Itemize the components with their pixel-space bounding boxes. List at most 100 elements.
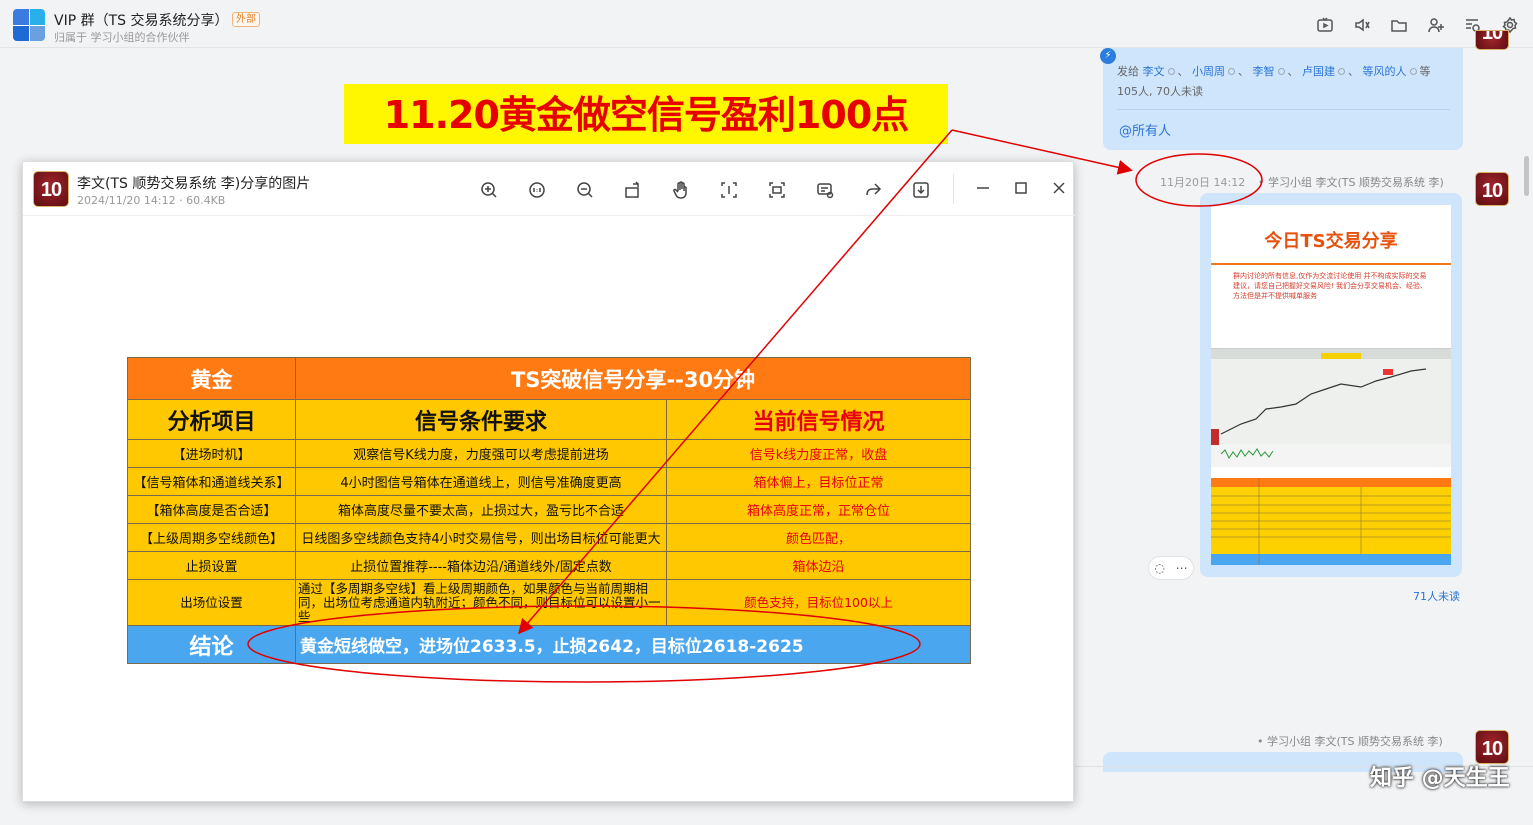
speaker-icon[interactable] bbox=[1353, 16, 1371, 34]
rotate-icon[interactable] bbox=[623, 180, 643, 200]
status-cell: 箱体高度正常，正常仓位 bbox=[665, 495, 972, 524]
thumb-disclaimer: 群内讨论的所有信息,仅作为交流讨论使用 并不构成实际的交易建议，请您自己把握好交… bbox=[1233, 272, 1428, 300]
status-cell: 信号k线力度正常，收盘 bbox=[665, 439, 972, 468]
status-cell: 颜色匹配， bbox=[665, 523, 972, 552]
avatar-text: 10 bbox=[1481, 180, 1503, 202]
download-icon[interactable] bbox=[911, 180, 931, 200]
avatar[interactable]: 10 bbox=[1475, 172, 1509, 206]
conclusion-label: 结论 bbox=[127, 625, 296, 664]
thumb-chart bbox=[1211, 348, 1451, 467]
table-row: 出场位设置 通过【多周期多空线】看上级周期颜色，如果颜色与当前周期相同，出场位考… bbox=[127, 579, 972, 626]
recipients-suffix: 等 bbox=[1419, 65, 1431, 78]
table-header-row: 黄金 TS突破信号分享--30分钟 bbox=[127, 357, 972, 400]
read-circle-icon bbox=[1409, 68, 1417, 75]
condition-cell: 通过【多周期多空线】看上级周期颜色，如果颜色与当前周期相同，出场位考虑通道内轨附… bbox=[295, 579, 667, 626]
group-subtitle: 归属于 学习小组的合作伙伴 bbox=[54, 31, 190, 44]
original-size-icon[interactable] bbox=[527, 180, 547, 200]
recipient[interactable]: 卢国建 bbox=[1302, 65, 1335, 78]
sent-to-label: 发给 bbox=[1117, 65, 1139, 78]
thumb-title: 今日TS交易分享 bbox=[1264, 231, 1398, 252]
table-row: 【上级周期多空线颜色】 日线图多空线颜色支持4小时交易信号，则出场目标位可能更大… bbox=[127, 523, 972, 552]
toolbar-divider bbox=[953, 174, 954, 204]
table-row: 止损设置 止损位置推荐----箱体边沿/通道线外/固定点数 箱体边沿 bbox=[127, 551, 972, 580]
status-cell: 颜色支持，目标位100以上 bbox=[665, 579, 972, 626]
read-status[interactable]: 105人, 70人未读 bbox=[1117, 85, 1203, 98]
item-cell: 【上级周期多空线颜色】 bbox=[127, 523, 296, 552]
avatar-text: 10 bbox=[40, 179, 62, 201]
col-header: 信号条件要求 bbox=[295, 399, 667, 440]
status-cell: 箱体偏上，目标位正常 bbox=[665, 467, 972, 496]
column-header-row: 分析项目 信号条件要求 当前信号情况 bbox=[127, 399, 972, 440]
recipient[interactable]: 小周周 bbox=[1192, 65, 1225, 78]
asset-cell: 黄金 bbox=[127, 357, 296, 400]
folder-icon[interactable] bbox=[1390, 16, 1408, 34]
avatar-text: 10 bbox=[1481, 738, 1503, 760]
table-title: TS突破信号分享--30分钟 bbox=[294, 357, 972, 400]
item-cell: 出场位设置 bbox=[127, 579, 296, 626]
extract-text-icon[interactable] bbox=[815, 180, 835, 200]
message-time: 11月20日 14:12 bbox=[1160, 176, 1246, 189]
group-avatar[interactable] bbox=[13, 9, 45, 41]
unread-count[interactable]: 71人未读 bbox=[1413, 588, 1460, 604]
conclusion-text: 黄金短线做空，进场位2633.5，止损2642，目标位2618-2625 bbox=[294, 625, 972, 664]
notice-bubble[interactable]: 发给 李文、 小周周、 李智、 卢国建、 等风的人等 105人, 70人未读 @… bbox=[1103, 48, 1463, 150]
image-viewer-window: 10 李文(TS 顺势交易系统 李)分享的图片 2024/11/20 14:12… bbox=[22, 161, 1075, 802]
divider bbox=[1117, 109, 1450, 110]
condition-cell: 箱体高度尽量不要太高，止损过大，盈亏比不合适 bbox=[295, 495, 667, 524]
hand-icon[interactable] bbox=[671, 180, 691, 200]
col-header: 分析项目 bbox=[127, 399, 296, 440]
at-all-mention[interactable]: @所有人 bbox=[1119, 120, 1171, 139]
shared-image-thumbnail[interactable]: 今日TS交易分享 群内讨论的所有信息,仅作为交流讨论使用 并不构成实际的交易建议… bbox=[1211, 205, 1451, 565]
item-cell: 【箱体高度是否合适】 bbox=[127, 495, 296, 524]
close-icon[interactable] bbox=[1051, 180, 1067, 196]
recipients-line: 发给 李文、 小周周、 李智、 卢国建、 等风的人等 105人, 70人未读 bbox=[1117, 65, 1431, 98]
zoom-out-icon[interactable] bbox=[575, 180, 595, 200]
message-sender[interactable]: • 学习小组 李文(TS 顺势交易系统 李) bbox=[1257, 733, 1443, 749]
item-cell: 【信号箱体和通道线关系】 bbox=[127, 467, 296, 496]
read-circle-icon bbox=[1277, 68, 1285, 75]
thumb-divider bbox=[1211, 263, 1451, 265]
chat-scrollbar[interactable] bbox=[1524, 156, 1529, 196]
maximize-icon[interactable] bbox=[1013, 180, 1029, 196]
banner-text: 11.20黄金做空信号盈利100点 bbox=[383, 93, 910, 137]
message-sender[interactable]: • 学习小组 李文(TS 顺势交易系统 李) bbox=[1258, 174, 1444, 190]
image-message-bubble[interactable]: 今日TS交易分享 群内讨论的所有信息,仅作为交流讨论使用 并不构成实际的交易建议… bbox=[1200, 193, 1462, 577]
external-tag: 外部 bbox=[232, 12, 260, 27]
recipient[interactable]: 等风的人 bbox=[1363, 65, 1407, 78]
item-cell: 止损设置 bbox=[127, 551, 296, 580]
add-member-icon[interactable] bbox=[1427, 16, 1445, 34]
title-bar: VIP 群（TS 交易系统分享） 外部 归属于 学习小组的合作伙伴 bbox=[0, 0, 1533, 48]
recipient[interactable]: 李智 bbox=[1253, 65, 1275, 78]
read-circle-icon bbox=[1228, 68, 1235, 75]
table-row: 【信号箱体和通道线关系】 4小时图信号箱体在通道线上，则信号准确度更高 箱体偏上… bbox=[127, 467, 972, 496]
screenshot-icon[interactable] bbox=[767, 180, 787, 200]
recipient[interactable]: 李文 bbox=[1143, 65, 1165, 78]
col-header: 当前信号情况 bbox=[665, 399, 972, 440]
table-row: 【箱体高度是否合适】 箱体高度尽量不要太高，止损过大，盈亏比不合适 箱体高度正常… bbox=[127, 495, 972, 524]
conclusion-row: 结论 黄金短线做空，进场位2633.5，止损2642，目标位2618-2625 bbox=[127, 625, 972, 664]
condition-cell: 观察信号K线力度，力度强可以考虑提前进场 bbox=[295, 439, 667, 468]
avatar[interactable]: 10 bbox=[1475, 30, 1509, 50]
zoom-in-icon[interactable] bbox=[479, 180, 499, 200]
read-circle-icon bbox=[1167, 68, 1175, 75]
share-icon[interactable] bbox=[863, 180, 883, 200]
avatar[interactable]: 10 bbox=[1475, 730, 1509, 764]
reply-icon[interactable]: ◌ bbox=[1154, 561, 1164, 575]
minimize-icon[interactable] bbox=[975, 180, 991, 196]
condition-cell: 止损位置推荐----箱体边沿/通道线外/固定点数 bbox=[295, 551, 667, 580]
item-cell: 【进场时机】 bbox=[127, 439, 296, 468]
thumb-table bbox=[1211, 478, 1451, 565]
viewer-title: 李文(TS 顺势交易系统 李)分享的图片 bbox=[77, 176, 311, 192]
viewer-toolbar bbox=[479, 180, 931, 200]
message-actions: ◌ ⋯ bbox=[1148, 556, 1194, 580]
group-title[interactable]: VIP 群（TS 交易系统分享） bbox=[54, 10, 229, 30]
status-cell: 箱体边沿 bbox=[665, 551, 972, 580]
more-icon[interactable]: ⋯ bbox=[1176, 561, 1188, 575]
crop-icon[interactable] bbox=[719, 180, 739, 200]
signal-table: 黄金 TS突破信号分享--30分钟 分析项目 信号条件要求 当前信号情况 【进场… bbox=[127, 357, 972, 664]
condition-cell: 4小时图信号箱体在通道线上，则信号准确度更高 bbox=[295, 467, 667, 496]
live-icon[interactable] bbox=[1316, 16, 1334, 34]
viewer-meta: 2024/11/20 14:12 · 60.4KB bbox=[77, 194, 226, 207]
table-row: 【进场时机】 观察信号K线力度，力度强可以考虑提前进场 信号k线力度正常，收盘 bbox=[127, 439, 972, 468]
read-circle-icon bbox=[1338, 68, 1345, 75]
